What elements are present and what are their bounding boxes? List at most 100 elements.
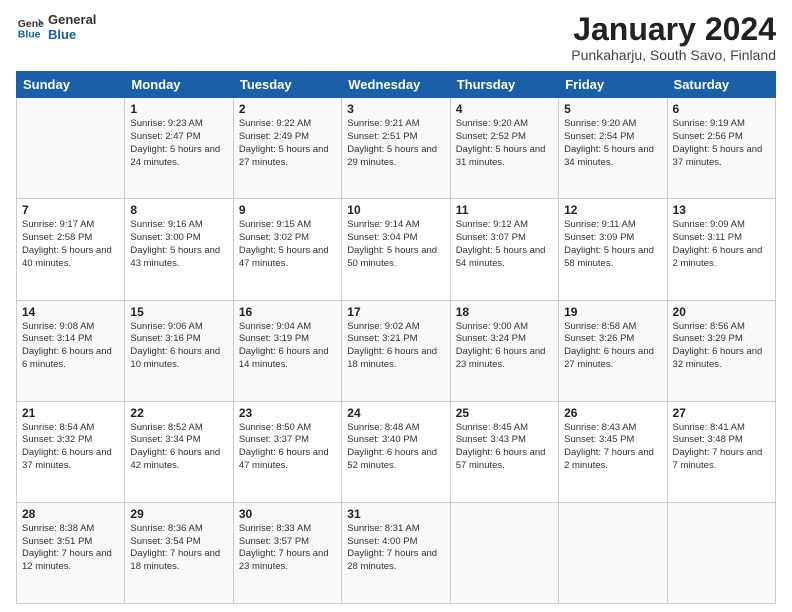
cell-info: Sunrise: 9:20 AMSunset: 2:54 PMDaylight:… xyxy=(564,118,661,169)
calendar-cell: 18 Sunrise: 9:00 AMSunset: 3:24 PMDayligh… xyxy=(450,300,558,401)
day-number: 15 xyxy=(130,305,227,319)
logo-blue: Blue xyxy=(48,27,96,42)
calendar-cell: 7 Sunrise: 9:17 AMSunset: 2:58 PMDaylight… xyxy=(17,199,125,300)
calendar-cell: 24 Sunrise: 8:48 AMSunset: 3:40 PMDayligh… xyxy=(342,401,450,502)
calendar-cell: 26 Sunrise: 8:43 AMSunset: 3:45 PMDayligh… xyxy=(559,401,667,502)
calendar-cell: 12Sunrise: 9:11 AMSunset: 3:09 PMDayligh… xyxy=(559,199,667,300)
cell-info: Sunrise: 8:31 AMSunset: 4:00 PMDaylight:… xyxy=(347,523,444,574)
day-number: 7 xyxy=(22,203,119,217)
day-number: 18 xyxy=(456,305,553,319)
calendar-cell: 25Sunrise: 8:45 AMSunset: 3:43 PMDayligh… xyxy=(450,401,558,502)
day-number: 21 xyxy=(22,406,119,420)
calendar-cell: 6Sunrise: 9:19 AMSunset: 2:56 PMDaylight… xyxy=(667,98,775,199)
calendar-cell: 10 Sunrise: 9:14 AMSunset: 3:04 PMDayligh… xyxy=(342,199,450,300)
day-number: 29 xyxy=(130,507,227,521)
cell-info: Sunrise: 8:58 AMSunset: 3:26 PMDaylight:… xyxy=(564,321,661,372)
calendar-cell: 14Sunrise: 9:08 AMSunset: 3:14 PMDayligh… xyxy=(17,300,125,401)
cell-info: Sunrise: 9:00 AMSunset: 3:24 PMDaylight:… xyxy=(456,321,553,372)
calendar-cell xyxy=(667,502,775,603)
calendar-cell: 21Sunrise: 8:54 AMSunset: 3:32 PMDayligh… xyxy=(17,401,125,502)
calendar-cell: 19 Sunrise: 8:58 AMSunset: 3:26 PMDayligh… xyxy=(559,300,667,401)
day-number: 27 xyxy=(673,406,770,420)
page: General Blue General Blue January 2024 P… xyxy=(0,0,792,612)
calendar-cell: 16Sunrise: 9:04 AMSunset: 3:19 PMDayligh… xyxy=(233,300,341,401)
day-number: 10 xyxy=(347,203,444,217)
cell-info: Sunrise: 9:20 AMSunset: 2:52 PMDaylight:… xyxy=(456,118,553,169)
calendar-cell: 20 Sunrise: 8:56 AMSunset: 3:29 PMDayligh… xyxy=(667,300,775,401)
day-number: 12 xyxy=(564,203,661,217)
calendar-cell: 4 Sunrise: 9:20 AMSunset: 2:52 PMDaylight… xyxy=(450,98,558,199)
day-number: 1 xyxy=(130,102,227,116)
cell-info: Sunrise: 9:14 AMSunset: 3:04 PMDaylight:… xyxy=(347,219,444,270)
calendar-cell: 9 Sunrise: 9:15 AMSunset: 3:02 PMDaylight… xyxy=(233,199,341,300)
calendar-cell xyxy=(559,502,667,603)
day-number: 4 xyxy=(456,102,553,116)
cell-info: Sunrise: 8:50 AMSunset: 3:37 PMDaylight:… xyxy=(239,422,336,473)
day-number: 28 xyxy=(22,507,119,521)
day-number: 24 xyxy=(347,406,444,420)
cell-info: Sunrise: 9:17 AMSunset: 2:58 PMDaylight:… xyxy=(22,219,119,270)
day-number: 16 xyxy=(239,305,336,319)
calendar-cell: 3 Sunrise: 9:21 AMSunset: 2:51 PMDaylight… xyxy=(342,98,450,199)
cell-info: Sunrise: 8:43 AMSunset: 3:45 PMDaylight:… xyxy=(564,422,661,473)
day-number: 8 xyxy=(130,203,227,217)
day-number: 26 xyxy=(564,406,661,420)
cell-info: Sunrise: 8:38 AMSunset: 3:51 PMDaylight:… xyxy=(22,523,119,574)
calendar-cell xyxy=(450,502,558,603)
day-number: 22 xyxy=(130,406,227,420)
calendar-cell: 31Sunrise: 8:31 AMSunset: 4:00 PMDayligh… xyxy=(342,502,450,603)
cell-info: Sunrise: 9:15 AMSunset: 3:02 PMDaylight:… xyxy=(239,219,336,270)
day-number: 23 xyxy=(239,406,336,420)
day-number: 13 xyxy=(673,203,770,217)
cell-info: Sunrise: 9:06 AMSunset: 3:16 PMDaylight:… xyxy=(130,321,227,372)
weekday-header-saturday: Saturday xyxy=(667,72,775,98)
cell-info: Sunrise: 8:36 AMSunset: 3:54 PMDaylight:… xyxy=(130,523,227,574)
calendar-cell: 22 Sunrise: 8:52 AMSunset: 3:34 PMDayligh… xyxy=(125,401,233,502)
cell-info: Sunrise: 8:52 AMSunset: 3:34 PMDaylight:… xyxy=(130,422,227,473)
cell-info: Sunrise: 8:48 AMSunset: 3:40 PMDaylight:… xyxy=(347,422,444,473)
weekday-header-thursday: Thursday xyxy=(450,72,558,98)
calendar-cell: 29 Sunrise: 8:36 AMSunset: 3:54 PMDayligh… xyxy=(125,502,233,603)
day-number: 9 xyxy=(239,203,336,217)
cell-info: Sunrise: 8:41 AMSunset: 3:48 PMDaylight:… xyxy=(673,422,770,473)
calendar-table: SundayMondayTuesdayWednesdayThursdayFrid… xyxy=(16,71,776,604)
weekday-header-monday: Monday xyxy=(125,72,233,98)
calendar-cell: 1 Sunrise: 9:23 AMSunset: 2:47 PMDaylight… xyxy=(125,98,233,199)
calendar-cell xyxy=(17,98,125,199)
calendar-cell: 17 Sunrise: 9:02 AMSunset: 3:21 PMDayligh… xyxy=(342,300,450,401)
day-number: 6 xyxy=(673,102,770,116)
day-number: 19 xyxy=(564,305,661,319)
weekday-header-friday: Friday xyxy=(559,72,667,98)
calendar-cell: 11Sunrise: 9:12 AMSunset: 3:07 PMDayligh… xyxy=(450,199,558,300)
title-block: January 2024 Punkaharju, South Savo, Fin… xyxy=(571,12,776,63)
cell-info: Sunrise: 9:09 AMSunset: 3:11 PMDaylight:… xyxy=(673,219,770,270)
main-title: January 2024 xyxy=(571,12,776,47)
weekday-header-wednesday: Wednesday xyxy=(342,72,450,98)
day-number: 17 xyxy=(347,305,444,319)
cell-info: Sunrise: 9:21 AMSunset: 2:51 PMDaylight:… xyxy=(347,118,444,169)
cell-info: Sunrise: 9:22 AMSunset: 2:49 PMDaylight:… xyxy=(239,118,336,169)
cell-info: Sunrise: 8:56 AMSunset: 3:29 PMDaylight:… xyxy=(673,321,770,372)
cell-info: Sunrise: 9:02 AMSunset: 3:21 PMDaylight:… xyxy=(347,321,444,372)
svg-text:Blue: Blue xyxy=(18,29,41,41)
day-number: 25 xyxy=(456,406,553,420)
cell-info: Sunrise: 8:33 AMSunset: 3:57 PMDaylight:… xyxy=(239,523,336,574)
cell-info: Sunrise: 9:16 AMSunset: 3:00 PMDaylight:… xyxy=(130,219,227,270)
cell-info: Sunrise: 9:23 AMSunset: 2:47 PMDaylight:… xyxy=(130,118,227,169)
logo-icon: General Blue xyxy=(16,13,44,41)
day-number: 11 xyxy=(456,203,553,217)
day-number: 5 xyxy=(564,102,661,116)
calendar-cell: 27 Sunrise: 8:41 AMSunset: 3:48 PMDayligh… xyxy=(667,401,775,502)
cell-info: Sunrise: 9:08 AMSunset: 3:14 PMDaylight:… xyxy=(22,321,119,372)
day-number: 20 xyxy=(673,305,770,319)
weekday-header-tuesday: Tuesday xyxy=(233,72,341,98)
calendar-cell: 30 Sunrise: 8:33 AMSunset: 3:57 PMDayligh… xyxy=(233,502,341,603)
header: General Blue General Blue January 2024 P… xyxy=(16,12,776,63)
day-number: 3 xyxy=(347,102,444,116)
subtitle: Punkaharju, South Savo, Finland xyxy=(571,47,776,63)
calendar-header: SundayMondayTuesdayWednesdayThursdayFrid… xyxy=(17,72,776,98)
calendar-cell: 23 Sunrise: 8:50 AMSunset: 3:37 PMDayligh… xyxy=(233,401,341,502)
day-number: 30 xyxy=(239,507,336,521)
logo: General Blue General Blue xyxy=(16,12,96,42)
calendar-cell: 13 Sunrise: 9:09 AMSunset: 3:11 PMDayligh… xyxy=(667,199,775,300)
